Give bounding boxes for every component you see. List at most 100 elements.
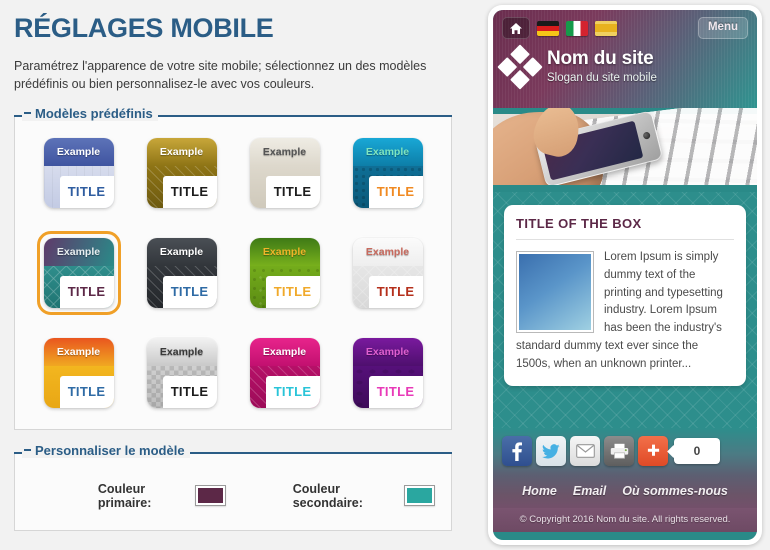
template-option-gold[interactable]: Example TITLE [140,131,224,215]
template-option-purple-teal[interactable]: Example TITLE [36,230,121,315]
thumbnail-header: Example [146,237,217,266]
thumbnail-body: TITLE [43,365,114,408]
thumbnail-body: TITLE [43,265,114,308]
template-thumbnail: Example TITLE [249,337,320,408]
primary-color-swatch[interactable] [194,485,226,507]
thumbnail-sheet: TITLE [265,275,320,308]
thumbnail-header-label: Example [262,145,307,158]
thumbnail-sheet: TITLE [162,375,217,408]
content-box-title: TITLE OF THE BOX [516,216,734,240]
print-button[interactable] [604,436,634,466]
print-icon [610,443,628,459]
customize-template-legend: Personnaliser le modèle [22,442,190,458]
thumbnail-body: TITLE [352,365,423,408]
thumbnail-header: Example [43,237,114,266]
mobile-brand: Nom du site Slogan du site mobile [493,39,757,90]
template-thumbnail: Example TITLE [352,137,423,208]
thumbnail-header: Example [43,137,114,166]
home-button[interactable] [502,17,530,39]
thumbnail-sheet: TITLE [59,375,114,408]
predefined-templates-group: Modèles prédéfinis Example TITLE Example TI… [14,105,452,430]
template-option-blue-light[interactable]: Example TITLE [37,131,121,215]
predefined-templates-legend: Modèles prédéfinis [22,105,158,121]
thumbnail-header: Example [249,237,320,266]
flag-es-icon[interactable] [595,20,617,36]
thumbnail-title-label: TITLE [273,384,312,400]
legend-dash-icon [24,449,31,452]
customize-template-body: Couleur primaire: Couleur secondaire: [14,451,452,531]
footer-nav-link[interactable]: Où sommes-nous [622,484,728,498]
secondary-color-fill [406,488,432,504]
secondary-color-swatch[interactable] [403,485,435,507]
email-button[interactable] [570,436,600,466]
menu-button[interactable]: Menu [697,17,748,39]
thumbnail-body: TITLE [249,365,320,408]
template-thumbnail: Example TITLE [146,237,217,308]
thumbnail-header: Example [146,337,217,366]
thumbnail-header: Example [352,337,423,366]
share-plus-icon [647,444,659,456]
thumbnail-sheet: TITLE [59,275,114,308]
site-logo-icon [496,42,544,90]
template-thumbnail: Example TITLE [146,337,217,408]
thumbnail-title-label: TITLE [170,384,209,400]
share-plus-button[interactable] [638,436,668,466]
thumbnail-body: TITLE [352,265,423,308]
site-slogan: Slogan du site mobile [547,71,657,84]
flag-de-icon[interactable] [537,20,559,36]
twitter-icon [542,443,560,459]
template-option-violet[interactable]: Example TITLE [346,331,430,415]
template-thumbnail: Example TITLE [249,237,320,308]
thumbnail-header-label: Example [159,345,204,358]
customize-template-legend-label: Personnaliser le modèle [35,442,185,458]
footer-nav-link[interactable]: Email [573,484,606,498]
template-thumbnail: Example TITLE [249,137,320,208]
thumbnail-header: Example [146,137,217,166]
mobile-preview-frame: Menu Nom du site Slogan du site mobile T… [488,5,762,545]
mobile-header: Menu Nom du site Slogan du site mobile [493,10,757,108]
thumbnail-header-label: Example [56,345,101,358]
thumbnail-sheet: TITLE [265,175,320,208]
mobile-nav-row: Menu [493,10,757,39]
template-option-charcoal[interactable]: Example TITLE [140,231,224,315]
site-name: Nom du site [547,48,654,69]
thumbnail-header: Example [249,137,320,166]
twitter-button[interactable] [536,436,566,466]
thumbnail-header-label: Example [56,145,101,158]
primary-color-label: Couleur primaire: [97,481,152,510]
template-thumbnail: Example TITLE [146,137,217,208]
thumbnail-sheet: TITLE [162,175,217,208]
facebook-button[interactable] [502,436,532,466]
template-option-magenta[interactable]: Example TITLE [243,331,327,415]
thumbnail-title-label: TITLE [273,284,312,300]
thumbnail-header: Example [352,237,423,266]
secondary-color-label: Couleur secondaire: [292,481,363,510]
thumbnail-header-label: Example [262,245,307,258]
copyright-text: © Copyright 2016 Nom du site. All rights… [493,508,757,532]
template-option-green[interactable]: Example TITLE [243,231,327,315]
template-option-orange[interactable]: Example TITLE [37,331,121,415]
footer-nav-link[interactable]: Home [522,484,557,498]
page-description: Paramétrez l'apparence de votre site mob… [14,58,427,91]
thumbnail-body: TITLE [43,165,114,208]
thumbnail-body: TITLE [146,265,217,308]
brand-text: Nom du site Slogan du site mobile [547,48,657,85]
flag-it-icon[interactable] [566,20,588,36]
thumbnail-title-label: TITLE [376,384,415,400]
thumbnail-sheet: TITLE [368,275,423,308]
email-icon [575,444,595,458]
color-row: Couleur primaire: Couleur secondaire: [27,468,439,516]
mobile-content-area: TITLE OF THE BOX Lorem Ipsum is simply d… [493,192,757,428]
thumbnail-header-label: Example [365,145,410,158]
settings-panel: RÉGLAGES MOBILE Paramétrez l'apparence d… [0,0,470,550]
template-option-cream[interactable]: Example TITLE [243,131,327,215]
template-option-silver[interactable]: Example TITLE [140,331,224,415]
thumbnail-body: TITLE [352,165,423,208]
predefined-templates-body: Example TITLE Example TITLE Example TITLE Exam… [14,114,452,430]
thumbnail-body: TITLE [249,165,320,208]
template-option-white-red[interactable]: Example TITLE [346,231,430,315]
thumbnail-title-label: TITLE [67,284,106,300]
legend-dash-icon [24,112,31,115]
template-option-cyan[interactable]: Example TITLE [346,131,430,215]
thumbnail-header: Example [249,337,320,366]
